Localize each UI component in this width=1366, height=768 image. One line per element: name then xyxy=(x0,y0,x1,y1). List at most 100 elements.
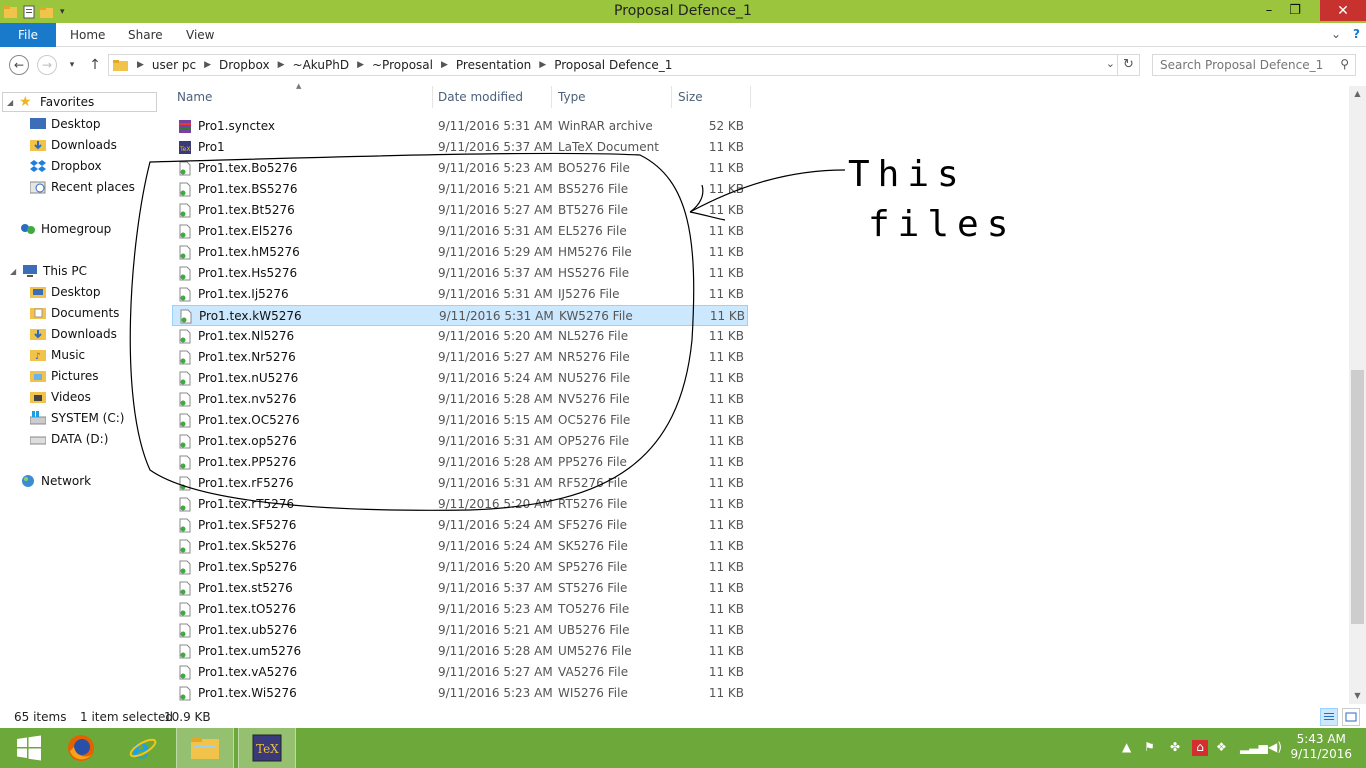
file-row[interactable]: Pro1.tex.Sp5276 9/11/2016 5:20 AM SP5276 F… xyxy=(172,557,748,578)
file-row[interactable]: TeX Pro1 9/11/2016 5:37 AM LaTeX Document 11… xyxy=(172,137,748,158)
file-icon xyxy=(179,287,191,302)
breadcrumb-akuphd[interactable]: ~AkuPhD xyxy=(293,58,350,72)
nav-pc-pictures[interactable]: Pictures xyxy=(30,366,99,386)
file-row[interactable]: Pro1.tex.rF5276 9/11/2016 5:31 AM RF5276 F… xyxy=(172,473,748,494)
nav-pc-videos[interactable]: Videos xyxy=(30,387,91,407)
file-row[interactable]: Pro1.tex.nv5276 9/11/2016 5:28 AM NV5276 F… xyxy=(172,389,748,410)
file-row[interactable]: Pro1.tex.PP5276 9/11/2016 5:28 AM PP5276 F… xyxy=(172,452,748,473)
file-row[interactable]: Pro1.tex.BS5276 9/11/2016 5:21 AM BS5276 F… xyxy=(172,179,748,200)
nav-pc-data-d[interactable]: DATA (D:) xyxy=(30,429,108,449)
show-hidden-icons-icon[interactable]: ▲ xyxy=(1122,740,1131,756)
expand-ribbon-icon[interactable]: ⌄ xyxy=(1331,27,1341,41)
tab-share[interactable]: Share xyxy=(128,23,163,47)
nav-pc-documents[interactable]: Documents xyxy=(30,303,119,323)
file-row[interactable]: Pro1.tex.Nl5276 9/11/2016 5:20 AM NL5276 F… xyxy=(172,326,748,347)
file-row[interactable]: Pro1.tex.Wi5276 9/11/2016 5:23 AM WI5276 F… xyxy=(172,683,748,704)
file-row[interactable]: Pro1.tex.nU5276 9/11/2016 5:24 AM NU5276 F… xyxy=(172,368,748,389)
file-icon xyxy=(179,161,191,176)
flag-icon[interactable]: ⚑ xyxy=(1144,740,1155,756)
search-icon[interactable]: ⚲ xyxy=(1340,57,1349,71)
volume-icon[interactable]: ◀) xyxy=(1268,740,1282,756)
tab-file[interactable]: File xyxy=(0,23,56,47)
file-row[interactable]: Pro1.tex.st5276 9/11/2016 5:37 AM ST5276 F… xyxy=(172,578,748,599)
file-row[interactable]: Pro1.tex.hM5276 9/11/2016 5:29 AM HM5276 F… xyxy=(172,242,748,263)
nav-fav-desktop[interactable]: Desktop xyxy=(30,114,101,134)
help-icon[interactable]: ? xyxy=(1353,27,1360,41)
file-row[interactable]: Pro1.tex.vA5276 9/11/2016 5:27 AM VA5276 F… xyxy=(172,662,748,683)
nav-pc-system-c[interactable]: SYSTEM (C:) xyxy=(30,408,124,428)
file-row[interactable]: Pro1.tex.SF5276 9/11/2016 5:24 AM SF5276 F… xyxy=(172,515,748,536)
windows-start-icon[interactable] xyxy=(0,728,58,768)
tab-home[interactable]: Home xyxy=(70,23,105,47)
large-icons-view-button[interactable] xyxy=(1342,708,1360,726)
file-row[interactable]: Pro1.tex.Bt5276 9/11/2016 5:27 AM BT5276 F… xyxy=(172,200,748,221)
details-view-button[interactable] xyxy=(1320,708,1338,726)
breadcrumb-proposal-defence[interactable]: Proposal Defence_1 xyxy=(554,58,672,72)
file-date: 9/11/2016 5:28 AM xyxy=(438,644,553,658)
nav-fav-recent-places[interactable]: Recent places xyxy=(30,177,135,197)
file-row[interactable]: Pro1.tex.ub5276 9/11/2016 5:21 AM UB5276 F… xyxy=(172,620,748,641)
nav-fav-downloads[interactable]: Downloads xyxy=(30,135,117,155)
desktop-icon xyxy=(30,118,46,129)
minimize-button[interactable]: – xyxy=(1256,0,1282,21)
refresh-button[interactable]: ↻ xyxy=(1117,55,1139,75)
scroll-up-icon[interactable]: ▲ xyxy=(1349,86,1366,102)
file-type: IJ5276 File xyxy=(558,287,620,301)
scroll-down-icon[interactable]: ▼ xyxy=(1349,688,1366,704)
nav-network[interactable]: Network xyxy=(20,471,91,491)
maximize-button[interactable]: ❐ xyxy=(1282,0,1308,21)
scroll-thumb[interactable] xyxy=(1351,370,1364,624)
file-row[interactable]: Pro1.tex.um5276 9/11/2016 5:28 AM UM5276 F… xyxy=(172,641,748,662)
music-icon: ♪ xyxy=(30,350,46,362)
nav-fav-dropbox[interactable]: Dropbox xyxy=(30,156,102,176)
internet-explorer-icon[interactable]: e xyxy=(114,728,172,768)
nav-pc-music[interactable]: ♪ Music xyxy=(30,345,85,365)
breadcrumb-user-pc[interactable]: user pc xyxy=(152,58,196,72)
file-row[interactable]: Pro1.tex.OC5276 9/11/2016 5:15 AM OC5276 F… xyxy=(172,410,748,431)
nav-favorites[interactable]: ◢ ★ Favorites xyxy=(2,92,157,112)
close-button[interactable]: ✕ xyxy=(1320,0,1366,21)
file-row[interactable]: Pro1.tex.Nr5276 9/11/2016 5:27 AM NR5276 F… xyxy=(172,347,748,368)
texstudio-icon[interactable]: TeX xyxy=(238,728,296,768)
address-dropdown-icon[interactable]: ⌄ xyxy=(1106,57,1115,70)
file-row[interactable]: Pro1.tex.El5276 9/11/2016 5:31 AM EL5276 F… xyxy=(172,221,748,242)
nav-pc-downloads[interactable]: Downloads xyxy=(30,324,117,344)
file-row[interactable]: Pro1.tex.tO5276 9/11/2016 5:23 AM TO5276 F… xyxy=(172,599,748,620)
nav-pc-desktop[interactable]: Desktop xyxy=(30,282,101,302)
breadcrumb-dropbox[interactable]: Dropbox xyxy=(219,58,270,72)
address-bar[interactable]: ▶ user pc ▶ Dropbox ▶ ~AkuPhD ▶ ~Proposa… xyxy=(108,54,1140,76)
file-explorer-icon[interactable] xyxy=(176,728,234,768)
dropbox-tray-icon[interactable]: ❖ xyxy=(1216,740,1227,756)
clock[interactable]: 5:43 AM 9/11/2016 xyxy=(1290,732,1352,762)
nav-homegroup[interactable]: Homegroup xyxy=(20,219,111,239)
expand-arrow-icon[interactable]: ◢ xyxy=(7,98,17,107)
file-row[interactable]: Pro1.tex.rT5276 9/11/2016 5:20 AM RT5276 F… xyxy=(172,494,748,515)
file-type: HS5276 File xyxy=(558,266,630,280)
nav-this-pc[interactable]: ◢ This PC xyxy=(10,261,87,281)
forward-button[interactable]: → xyxy=(37,55,57,75)
file-row[interactable]: Pro1.tex.Bo5276 9/11/2016 5:23 AM BO5276 F… xyxy=(172,158,748,179)
file-icon xyxy=(179,686,191,701)
file-row[interactable]: Pro1.tex.Hs5276 9/11/2016 5:37 AM HS5276 F… xyxy=(172,263,748,284)
search-input[interactable] xyxy=(1153,55,1333,75)
file-row[interactable]: Pro1.tex.kW5276 9/11/2016 5:31 AM KW5276 F… xyxy=(172,305,748,326)
vertical-scrollbar[interactable]: ▲ ▼ xyxy=(1349,86,1366,704)
file-name: Pro1.tex.Nr5276 xyxy=(198,350,296,364)
nav-pc-pictures-label: Pictures xyxy=(51,369,99,383)
breadcrumb-presentation[interactable]: Presentation xyxy=(456,58,531,72)
network-sync-icon[interactable]: ✤ xyxy=(1170,740,1180,756)
file-type: UM5276 File xyxy=(558,644,632,658)
antivirus-icon[interactable]: ⌂ xyxy=(1192,740,1208,756)
recent-locations-button[interactable]: ▾ xyxy=(62,55,82,75)
file-row[interactable]: Pro1.synctex 9/11/2016 5:31 AM WinRAR arch… xyxy=(172,116,748,137)
back-button[interactable]: ← xyxy=(9,55,29,75)
breadcrumb-proposal[interactable]: ~Proposal xyxy=(372,58,433,72)
up-button[interactable]: ↑ xyxy=(85,55,105,75)
file-row[interactable]: Pro1.tex.op5276 9/11/2016 5:31 AM OP5276 F… xyxy=(172,431,748,452)
firefox-icon[interactable] xyxy=(52,728,110,768)
file-row[interactable]: Pro1.tex.Sk5276 9/11/2016 5:24 AM SK5276 F… xyxy=(172,536,748,557)
file-row[interactable]: Pro1.tex.Ij5276 9/11/2016 5:31 AM IJ5276 F… xyxy=(172,284,748,305)
tab-view[interactable]: View xyxy=(186,23,214,47)
expand-arrow-icon[interactable]: ◢ xyxy=(10,267,20,276)
signal-icon[interactable]: ▂▃▅ xyxy=(1240,740,1268,756)
